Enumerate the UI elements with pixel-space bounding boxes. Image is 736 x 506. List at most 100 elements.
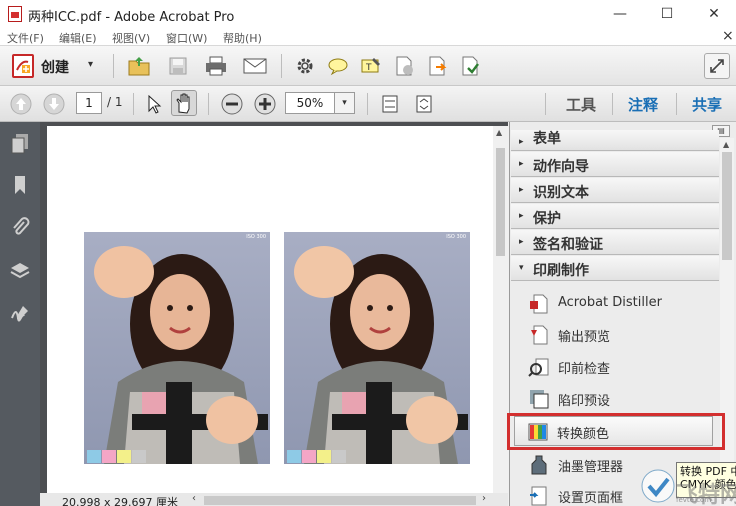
ink-manager-icon [528,454,550,476]
paperclip-icon[interactable] [9,216,31,238]
tool-preflight[interactable]: 印前检查 [512,352,719,382]
print-icon[interactable] [203,53,229,79]
color-swatch [287,450,301,463]
scroll-right-icon[interactable]: › [482,493,486,504]
section-label: 签名和验证 [533,237,603,253]
page-size-readout: 20.998 x 29.697 厘米 [62,496,178,506]
photo-left: ISO 300 [84,232,270,464]
create-button[interactable]: 创建 ▾ [8,51,104,81]
section-print-production[interactable]: ▾ 印刷制作 [511,256,719,281]
color-swatch [117,450,131,463]
select-cursor-icon[interactable] [141,91,167,117]
zoom-in-icon[interactable] [252,91,278,117]
tab-share[interactable]: 共享 [692,94,722,115]
tool-label: 陷印预设 [558,394,611,409]
previous-page-icon[interactable] [8,91,34,117]
chevron-right-icon: ▸ [519,237,524,247]
close-button[interactable]: ✕ [704,4,724,24]
menu-help[interactable]: 帮助(H) [223,30,262,46]
watermark-logo [640,468,676,504]
output-preview-icon [528,324,550,346]
section-sign-and-certify[interactable]: ▸ 签名和验证 [511,230,719,255]
section-recognize-text[interactable]: ▸ 识别文本 [511,178,719,203]
bookmark-icon[interactable] [9,174,31,196]
signature-icon[interactable] [9,302,31,324]
highlight-text-icon[interactable]: T [358,53,384,79]
expand-icon[interactable] [704,53,730,79]
open-folder-icon[interactable] [126,53,152,79]
section-label: 印刷制作 [533,263,589,279]
zoom-dropdown-button[interactable]: ▾ [335,92,355,114]
menu-window[interactable]: 窗口(W) [166,30,207,46]
trap-presets-icon [528,388,550,410]
set-page-boxes-icon [528,485,550,506]
preflight-icon [528,356,550,378]
email-icon[interactable] [242,53,268,79]
tab-tools[interactable]: 工具 [566,94,596,115]
scroll-thumb[interactable] [496,148,505,256]
chevron-down-icon: ▾ [519,263,524,273]
tool-label: Acrobat Distiller [558,295,662,310]
pdf-file-icon [8,6,22,22]
layers-icon[interactable] [9,260,31,282]
menu-file[interactable]: 文件(F) [7,30,44,46]
hand-tool-icon[interactable] [171,90,197,116]
maximize-button[interactable]: ☐ [657,4,677,24]
menu-bar: 文件(F) 编辑(E) 视图(V) 窗口(W) 帮助(H) × [0,28,736,46]
portrait-image-right [294,246,468,464]
watermark-url: fevte.com [676,496,712,504]
portrait-image-left [94,246,268,464]
chevron-right-icon: ▸ [519,211,524,221]
section-forms[interactable]: ▸ 表单 [511,130,719,151]
close-document-button[interactable]: × [722,28,734,44]
section-label: 识别文本 [533,185,589,201]
color-swatch [102,450,116,463]
full-screen-icon[interactable] [411,91,437,117]
scroll-left-icon[interactable]: ‹ [192,493,196,504]
horizontal-scroll-thumb[interactable] [204,496,476,505]
page-number-input[interactable]: 1 [76,92,102,114]
send-document-icon[interactable] [457,53,483,79]
tool-label: 油墨管理器 [558,460,624,475]
comment-bubble-icon[interactable] [325,53,351,79]
color-swatch [132,450,146,463]
tool-trap-presets[interactable]: 陷印预设 [512,384,719,414]
color-swatch [317,450,331,463]
zoom-input[interactable]: 50% [285,92,335,114]
document-edit-icon[interactable] [391,53,417,79]
page-total: / 1 [107,95,123,109]
save-icon[interactable] [165,53,191,79]
iso-label: ISO 300 [246,234,266,240]
tool-output-preview[interactable]: 输出预览 [512,320,719,350]
section-label: 动作向导 [533,159,589,175]
gear-icon[interactable] [292,53,318,79]
main-toolbar: 创建 ▾ T [0,46,736,86]
annotation-highlight-box [507,413,725,450]
scroll-thumb[interactable] [722,152,732,260]
chevron-right-icon: ▸ [519,159,524,169]
photo-right: ISO 300 [284,232,470,464]
svg-text:T: T [365,63,372,73]
tool-label: 设置页面框 [558,491,624,506]
next-page-icon[interactable] [41,91,67,117]
fit-page-icon[interactable] [377,91,403,117]
create-label: 创建 [41,60,69,76]
chevron-down-icon: ▾ [88,59,94,70]
scroll-up-icon[interactable]: ▲ [496,128,502,137]
minimize-button[interactable]: — [610,4,630,24]
scroll-up-icon[interactable]: ▲ [723,140,729,149]
navigation-pane [0,122,40,506]
tool-acrobat-distiller[interactable]: Acrobat Distiller [512,289,719,319]
export-document-icon[interactable] [424,53,450,79]
color-swatch [302,450,316,463]
section-action-wizard[interactable]: ▸ 动作向导 [511,152,719,177]
tab-comment[interactable]: 注释 [628,94,658,115]
menu-view[interactable]: 视图(V) [112,30,150,46]
chevron-right-icon: ▸ [519,185,524,195]
menu-edit[interactable]: 编辑(E) [59,30,97,46]
section-protect[interactable]: ▸ 保护 [511,204,719,229]
zoom-out-icon[interactable] [219,91,245,117]
acrobat-window: 两种ICC.pdf - Adobe Acrobat Pro — ☐ ✕ 文件(F… [0,0,736,506]
page-thumbnails-icon[interactable] [9,132,31,154]
tool-label: 输出预览 [558,330,611,345]
